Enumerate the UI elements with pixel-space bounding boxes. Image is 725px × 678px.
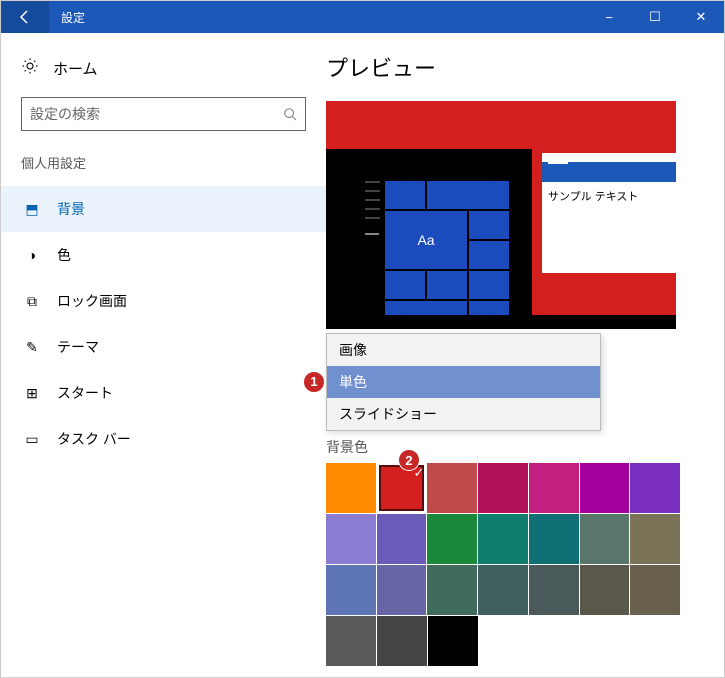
sidebar-item-label: ロック画面 [57, 291, 127, 311]
search-input[interactable]: 設定の検索 [21, 97, 306, 131]
color-swatch[interactable] [326, 565, 376, 615]
color-swatch[interactable] [377, 616, 427, 666]
color-swatch[interactable] [630, 565, 680, 615]
sidebar-icon: ◑ [21, 247, 43, 263]
dropdown-option-slideshow[interactable]: スライドショー [327, 398, 600, 430]
color-swatch[interactable]: ✓ [377, 463, 427, 513]
home-link[interactable]: ホーム [21, 47, 306, 97]
sidebar-item-label: スタート [57, 383, 113, 403]
back-button[interactable] [1, 1, 49, 33]
color-swatch[interactable] [377, 565, 427, 615]
dropdown-option-solid[interactable]: 1 単色 [327, 366, 600, 398]
color-swatch[interactable] [326, 514, 376, 564]
sidebar-item-5[interactable]: ▭ タスク バー [1, 416, 326, 462]
background-color-label: 背景色 [326, 437, 699, 457]
sidebar-item-label: 色 [57, 245, 71, 265]
gear-icon [21, 57, 39, 79]
color-swatch[interactable] [478, 463, 528, 513]
color-swatch-grid: 2 ✓ [326, 463, 681, 667]
color-swatch[interactable] [630, 514, 680, 564]
color-swatch[interactable] [427, 565, 477, 615]
sidebar-icon: ⊞ [21, 385, 43, 402]
preview-sample-window: サンプル テキスト [542, 153, 676, 273]
color-swatch[interactable] [529, 565, 579, 615]
sidebar-item-1[interactable]: ◑色 [1, 232, 326, 278]
desktop-preview: Aa サンプル テキスト [326, 101, 676, 329]
titlebar: 設定 − ☐ ✕ [1, 1, 724, 33]
sidebar-icon: ▭ [21, 431, 43, 448]
sidebar-item-2[interactable]: ⧉ ロック画面 [1, 278, 326, 324]
window-controls: − ☐ ✕ [586, 1, 724, 33]
home-label: ホーム [53, 58, 98, 79]
color-swatch[interactable] [529, 463, 579, 513]
color-swatch[interactable] [580, 514, 630, 564]
color-swatch[interactable] [478, 565, 528, 615]
sidebar-item-label: タスク バー [57, 429, 131, 449]
dropdown-option-image[interactable]: 画像 [327, 334, 600, 366]
sidebar-item-label: 背景 [57, 199, 85, 219]
sidebar-item-label: テーマ [57, 337, 99, 357]
color-swatch[interactable] [326, 616, 376, 666]
close-button[interactable]: ✕ [678, 1, 724, 33]
content-area: プレビュー Aa サンプル テキスト 画像 [326, 33, 724, 677]
search-icon [283, 107, 297, 121]
color-swatch[interactable] [478, 514, 528, 564]
color-swatch[interactable] [529, 514, 579, 564]
background-type-dropdown[interactable]: 画像 1 単色 スライドショー [326, 333, 601, 431]
annotation-marker-1: 1 [303, 371, 325, 393]
preview-heading: プレビュー [326, 51, 699, 83]
minimize-button[interactable]: − [586, 1, 632, 33]
sample-window-text: サンプル テキスト [542, 182, 676, 210]
color-swatch[interactable] [580, 463, 630, 513]
sidebar-icon: ⧉ [21, 293, 43, 310]
window-title: 設定 [49, 9, 85, 26]
sidebar-icon: ✎ [21, 339, 43, 356]
color-swatch[interactable] [428, 616, 478, 666]
arrow-left-icon [17, 9, 33, 25]
color-swatch[interactable] [326, 463, 376, 513]
sidebar-item-4[interactable]: ⊞ スタート [1, 370, 326, 416]
color-swatch[interactable] [427, 463, 477, 513]
sidebar-icon: ⬒ [21, 201, 43, 218]
category-label: 個人用設定 [21, 153, 306, 172]
preview-start-menu: Aa [360, 175, 515, 315]
color-swatch[interactable] [630, 463, 680, 513]
color-swatch[interactable] [427, 514, 477, 564]
search-placeholder: 設定の検索 [30, 104, 283, 124]
preview-taskbar [326, 315, 676, 329]
maximize-button[interactable]: ☐ [632, 1, 678, 33]
sidebar-item-0[interactable]: ⬒ 背景 [1, 186, 326, 232]
annotation-marker-2: 2 [398, 449, 420, 471]
sidebar: ホーム 設定の検索 個人用設定 ⬒背景◑色⧉ロック画面✎テーマ⊞スタート▭タスク… [1, 33, 326, 677]
color-swatch[interactable] [580, 565, 630, 615]
sidebar-item-3[interactable]: ✎ テーマ [1, 324, 326, 370]
color-swatch[interactable] [377, 514, 427, 564]
